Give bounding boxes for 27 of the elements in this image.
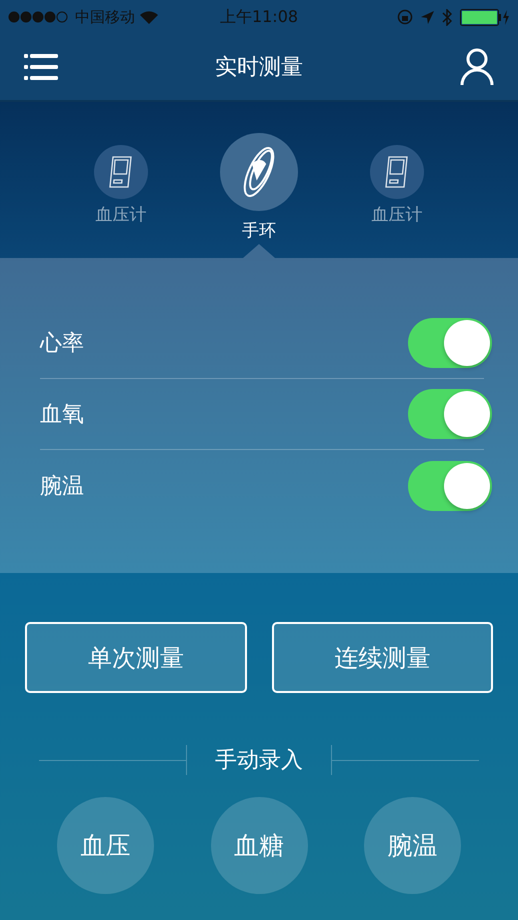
wifi-icon (140, 10, 158, 24)
setting-label: 血氧 (40, 401, 84, 429)
section-title: 手动录入 (214, 747, 304, 775)
measure-button[interactable]: 连续测量 (272, 622, 493, 693)
profile-button[interactable] (460, 48, 494, 86)
manual-entry-button[interactable]: 血压 (57, 797, 154, 894)
blood-pressure-monitor-icon (384, 155, 410, 189)
signal-strength-icon (8, 11, 70, 23)
menu-button[interactable] (24, 53, 58, 81)
toggle-switch[interactable] (408, 389, 492, 439)
blood-pressure-monitor-icon (108, 155, 134, 189)
device-tab[interactable]: 血压计 (347, 144, 447, 227)
bluetooth-icon (442, 8, 452, 26)
manual-entry-button[interactable]: 血糖 (210, 797, 308, 894)
battery-icon (460, 8, 510, 26)
toggle-switch[interactable] (408, 318, 492, 368)
device-tab[interactable]: 血压计 (71, 144, 171, 227)
manual-entry-button[interactable]: 腕温 (364, 797, 461, 894)
setting-label: 腕温 (40, 472, 84, 500)
setting-label: 心率 (40, 330, 84, 358)
toggle-switch[interactable] (408, 460, 492, 510)
measure-button[interactable]: 单次测量 (25, 622, 246, 693)
carrier-name: 中国移动 (75, 8, 135, 26)
status-time: 上午11:08 (220, 6, 298, 28)
rotation-lock-icon (397, 9, 413, 25)
location-arrow-icon (421, 10, 434, 24)
page-title: 实时测量 (215, 54, 303, 82)
